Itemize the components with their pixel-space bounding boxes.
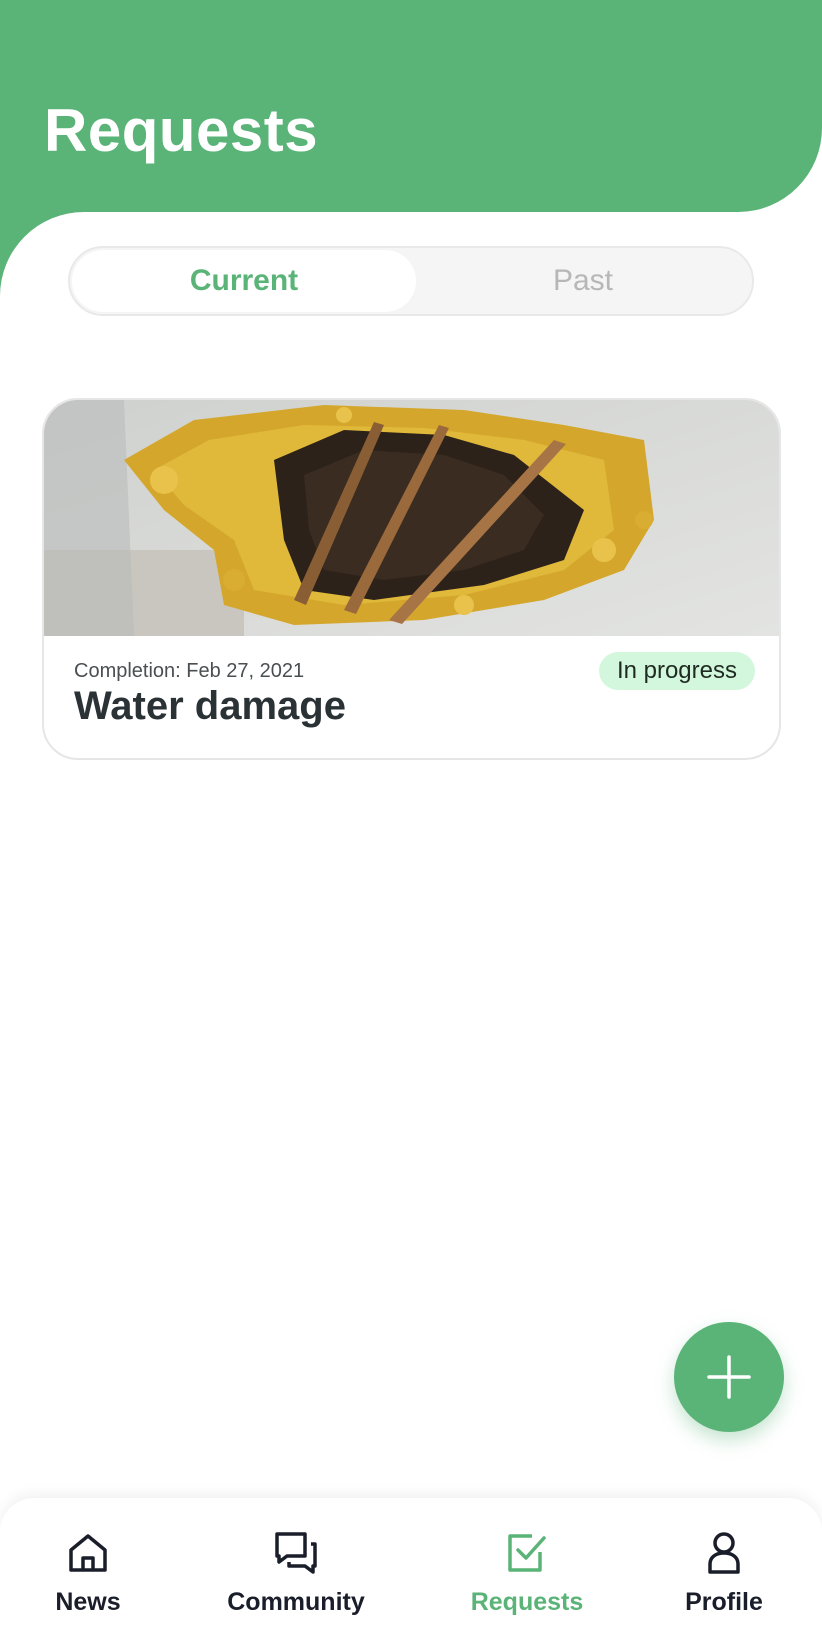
status-badge: In progress: [598, 652, 755, 690]
nav-label-community: Community: [227, 1588, 365, 1616]
header: Requests: [0, 0, 822, 212]
tab-current[interactable]: Current: [72, 250, 416, 312]
request-filter-segment: Current Past: [68, 246, 754, 316]
nav-label-profile: Profile: [685, 1588, 763, 1616]
nav-item-community[interactable]: Community: [216, 1530, 376, 1626]
nav-label-requests: Requests: [470, 1588, 584, 1616]
plus-icon: [707, 1355, 751, 1399]
completion-date: Completion: Feb 27, 2021: [74, 660, 305, 682]
checkbox-icon: [508, 1534, 546, 1572]
add-request-button[interactable]: [674, 1322, 784, 1432]
nav-label-news: News: [55, 1588, 121, 1616]
nav-item-requests[interactable]: Requests: [462, 1530, 592, 1626]
home-icon: [69, 1534, 107, 1572]
page-title: Requests: [44, 97, 319, 164]
person-icon: [708, 1532, 740, 1574]
request-title: Water damage: [74, 684, 346, 728]
bottom-nav: News Community Requests Profile: [0, 1498, 822, 1646]
nav-item-news[interactable]: News: [48, 1530, 128, 1626]
ceiling-water-damage-photo: [44, 400, 779, 636]
nav-item-profile[interactable]: Profile: [674, 1530, 774, 1626]
chat-icon: [275, 1532, 317, 1574]
request-card[interactable]: Completion: Feb 27, 2021 Water damage In…: [42, 398, 781, 760]
tab-past[interactable]: Past: [416, 250, 750, 312]
requests-screen: Requests Current Past Completion: Feb 27…: [0, 0, 822, 1646]
